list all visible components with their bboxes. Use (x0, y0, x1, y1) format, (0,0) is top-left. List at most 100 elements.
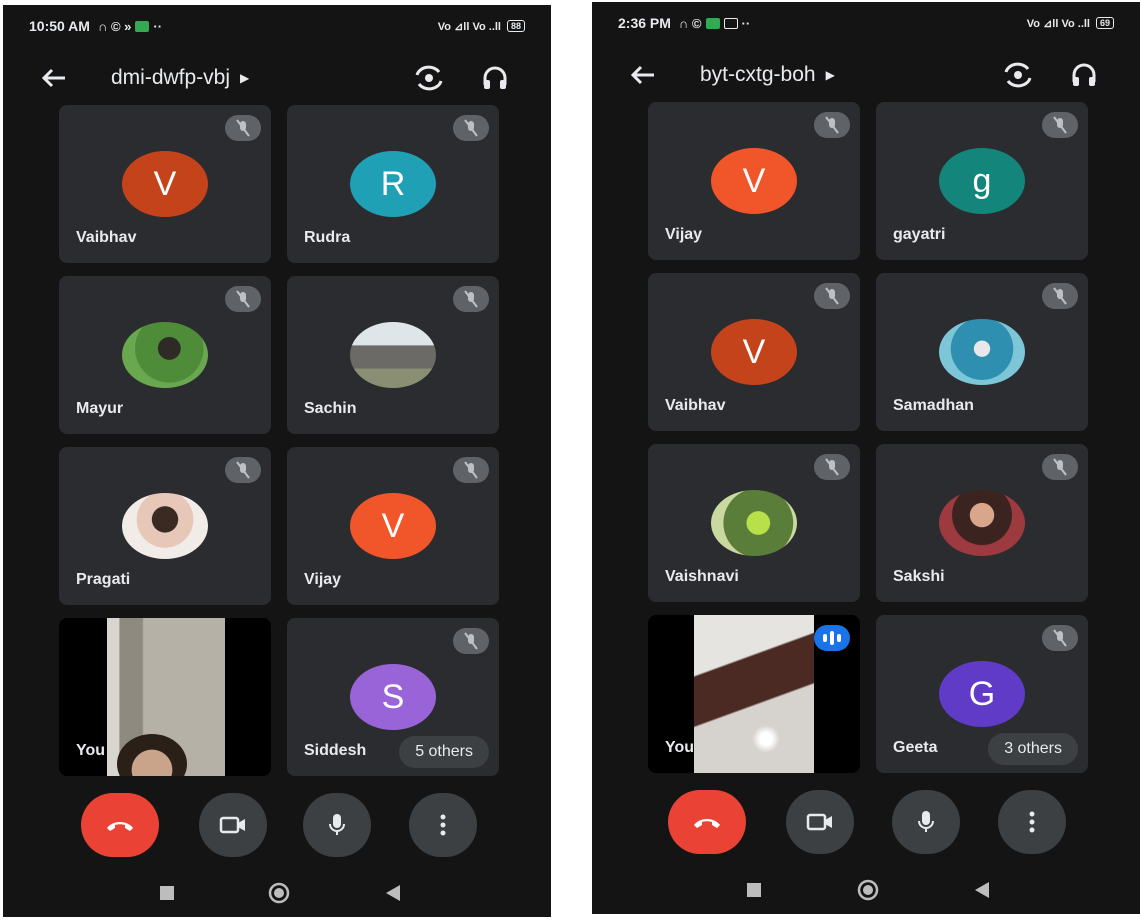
camera-toggle-button[interactable] (786, 790, 854, 854)
back-nav-button[interactable] (381, 881, 405, 905)
participant-tile[interactable]: Mayur (59, 276, 271, 434)
participant-tile[interactable]: Vaishnavi (648, 444, 860, 602)
participant-tile[interactable]: Sakshi (876, 444, 1088, 602)
participant-name: Vijay (665, 226, 703, 243)
signal-icon: Vo ⊿ll Vo ..ll (1026, 17, 1090, 30)
self-face (117, 734, 187, 776)
self-video-tile[interactable]: You (648, 615, 860, 773)
square-icon (747, 883, 761, 897)
avatar-photo (711, 490, 797, 556)
avatar-photo (122, 493, 208, 559)
square-icon (160, 886, 174, 900)
mic-off-icon (453, 115, 489, 141)
signal-icon: Vo ⊿ll Vo ..ll (437, 20, 501, 33)
participant-tile[interactable]: R Rudra (287, 105, 499, 263)
mic-off-icon (814, 454, 850, 480)
circle-icon (857, 879, 879, 901)
call-controls (592, 790, 1140, 862)
more-notifications-icon: ·· (741, 15, 751, 31)
videocam-icon (806, 813, 832, 831)
meeting-code: byt-cxtg-boh (700, 63, 816, 86)
avatar: V (711, 148, 797, 214)
more-options-button[interactable] (998, 790, 1066, 854)
status-time: 10:50 AM (29, 18, 90, 34)
participant-name: Vaibhav (665, 397, 726, 414)
end-call-button[interactable] (81, 793, 159, 857)
participant-tile[interactable]: g gayatri (876, 102, 1088, 260)
arrow-back-icon (630, 65, 654, 85)
battery-icon: 69 (1095, 17, 1114, 29)
call-controls (3, 793, 551, 865)
speaking-indicator-icon (814, 625, 850, 651)
meet-notification-icon (705, 17, 720, 29)
end-call-button[interactable] (668, 790, 746, 854)
mic-off-icon (225, 457, 261, 483)
home-button[interactable] (856, 878, 880, 902)
mic-off-icon (814, 283, 850, 309)
avatar-photo (350, 322, 436, 388)
more-vert-icon (1029, 811, 1035, 833)
self-video-tile[interactable]: You (59, 618, 271, 776)
system-status-icons: Vo ⊿ll Vo ..ll 88 (438, 20, 525, 33)
circle-icon (268, 882, 290, 904)
android-nav-bar (3, 869, 551, 917)
switch-camera-button[interactable] (409, 60, 449, 96)
participant-name: You (665, 739, 695, 756)
back-button[interactable] (39, 63, 69, 93)
participant-tile[interactable]: V Vijay (648, 102, 860, 260)
meet-notification-icon (135, 20, 150, 32)
meeting-code-button[interactable]: byt-cxtg-boh ▶ (700, 63, 835, 87)
notification-icons: ∩ © » ·· (98, 19, 162, 34)
participant-tile[interactable]: Samadhan (876, 273, 1088, 431)
audio-output-button[interactable] (475, 60, 515, 96)
others-count-button[interactable]: 3 others (988, 733, 1078, 765)
avatar: G (939, 661, 1025, 727)
camera-toggle-button[interactable] (199, 793, 267, 857)
arrow-back-icon (41, 68, 65, 88)
participant-tile[interactable]: Pragati (59, 447, 271, 605)
back-nav-button[interactable] (970, 878, 994, 902)
participant-tile[interactable]: Sachin (287, 276, 499, 434)
recents-button[interactable] (155, 881, 179, 905)
meeting-code-button[interactable]: dmi-dwfp-vbj ▶ (111, 66, 249, 90)
battery-icon: 88 (506, 20, 525, 32)
headphones-icon (1072, 63, 1096, 86)
status-bar: 2:36 PM ∩ © ·· Vo ⊿ll Vo ..ll 69 (592, 2, 1140, 44)
back-button[interactable] (628, 60, 658, 90)
status-time: 2:36 PM (618, 15, 671, 31)
avatar: R (350, 151, 436, 217)
recents-button[interactable] (742, 878, 766, 902)
avatar: g (939, 148, 1025, 214)
mic-off-icon (1042, 454, 1078, 480)
participant-tile[interactable]: V Vaibhav (59, 105, 271, 263)
call-end-icon (107, 822, 133, 831)
mic-toggle-button[interactable] (303, 793, 371, 857)
participant-name: Rudra (304, 229, 351, 246)
participant-tile[interactable]: V Vijay (287, 447, 499, 605)
participant-tile[interactable]: S Siddesh 5 others (287, 618, 499, 776)
mic-toggle-button[interactable] (892, 790, 960, 854)
ceiling-light (752, 725, 780, 753)
participant-tile[interactable]: G Geeta 3 others (876, 615, 1088, 773)
more-options-button[interactable] (409, 793, 477, 857)
participant-name: gayatri (893, 226, 946, 243)
switch-camera-button[interactable] (998, 57, 1038, 93)
others-count-button[interactable]: 5 others (399, 736, 489, 768)
avatar: S (350, 664, 436, 730)
camera-feed (107, 618, 225, 776)
meeting-code: dmi-dwfp-vbj (111, 66, 231, 89)
avatar-photo (939, 490, 1025, 556)
avatar: V (350, 493, 436, 559)
status-bar: 10:50 AM ∩ © » ·· Vo ⊿ll Vo ..ll 88 (3, 5, 551, 47)
mic-off-icon (225, 115, 261, 141)
mic-off-icon (453, 286, 489, 312)
android-nav-bar (592, 866, 1140, 914)
home-button[interactable] (267, 881, 291, 905)
headphones-icon (483, 66, 507, 89)
audio-output-button[interactable] (1064, 57, 1104, 93)
videocam-icon (219, 816, 245, 834)
notification-icon-text: ∩ © (678, 15, 702, 31)
participant-tile[interactable]: V Vaibhav (648, 273, 860, 431)
mic-off-icon (453, 457, 489, 483)
triangle-back-icon (975, 882, 989, 898)
